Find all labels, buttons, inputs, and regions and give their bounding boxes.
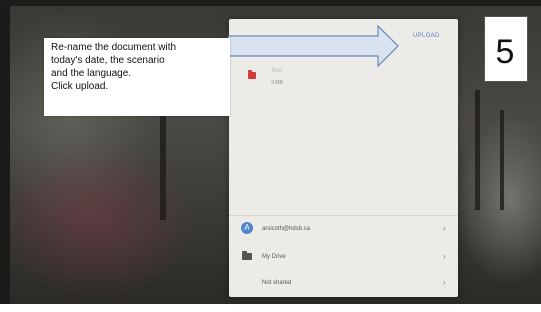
divider: [229, 215, 458, 216]
callout-line-1: Re-name the document with: [51, 42, 177, 53]
callout-line-3: and the language.: [51, 68, 132, 79]
page-margin: [0, 304, 541, 312]
folder-icon: [242, 251, 252, 260]
screen-bezel: [0, 0, 10, 312]
tree-trunk: [500, 110, 504, 210]
callout-line-2: today's date, the scenario: [51, 55, 165, 66]
pointer-arrow-icon: [228, 24, 399, 68]
chevron-right-icon[interactable]: ›: [443, 278, 446, 287]
account-email[interactable]: arsicoth@hdsb.ca: [262, 226, 310, 232]
upload-button[interactable]: UPLOAD: [413, 33, 439, 39]
screen-bezel: [0, 0, 541, 6]
file-icon: [248, 70, 256, 79]
file-name[interactable]: Text: [271, 68, 282, 74]
tree-trunk: [475, 90, 480, 210]
file-size: 3 MB: [271, 80, 283, 86]
step-number: 5: [495, 33, 515, 71]
chevron-right-icon[interactable]: ›: [443, 252, 446, 261]
folder-label[interactable]: My Drive: [262, 254, 286, 260]
chevron-right-icon[interactable]: ›: [443, 224, 446, 233]
account-avatar: A: [241, 222, 253, 234]
sharing-label[interactable]: Not shared: [262, 280, 291, 286]
callout-line-4: Click upload.: [51, 81, 109, 92]
